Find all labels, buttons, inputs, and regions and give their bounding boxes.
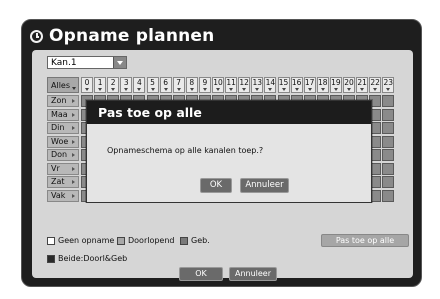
hour-select-9[interactable]: 9 bbox=[198, 77, 211, 93]
day-select-don[interactable]: Don bbox=[47, 149, 79, 161]
swatch-event bbox=[180, 236, 188, 245]
apply-to-all-button[interactable]: Pas toe op alle bbox=[321, 234, 409, 247]
dialog-title: Pas toe op alle bbox=[87, 101, 371, 124]
legend-label: Beide:Doorl&Geb bbox=[58, 254, 128, 263]
hour-select-19[interactable]: 19 bbox=[329, 77, 342, 93]
hour-select-11[interactable]: 11 bbox=[225, 77, 238, 93]
dialog-ok-button[interactable]: OK bbox=[200, 178, 232, 193]
schedule-cell[interactable] bbox=[382, 108, 395, 121]
legend-label: Geb. bbox=[191, 236, 210, 245]
apply-all-dialog: Pas toe op alle Opnameschema op alle kan… bbox=[86, 100, 372, 203]
hour-select-12[interactable]: 12 bbox=[238, 77, 251, 93]
clock-icon bbox=[30, 29, 43, 43]
day-select-zon[interactable]: Zon bbox=[47, 95, 79, 107]
cancel-button[interactable]: Annuleer bbox=[229, 267, 277, 281]
day-select-vak[interactable]: Vak bbox=[47, 189, 79, 202]
legend-label: Doorlopend bbox=[128, 236, 175, 245]
hour-select-4[interactable]: 4 bbox=[133, 77, 146, 93]
hour-select-10[interactable]: 10 bbox=[212, 77, 224, 93]
hour-select-2[interactable]: 2 bbox=[107, 77, 120, 93]
hour-select-21[interactable]: 21 bbox=[356, 77, 369, 93]
hour-select-17[interactable]: 17 bbox=[303, 77, 316, 93]
hour-select-20[interactable]: 20 bbox=[343, 77, 355, 93]
day-select-woe[interactable]: Woe bbox=[47, 135, 79, 148]
schedule-cell[interactable] bbox=[382, 135, 395, 148]
swatch-both bbox=[47, 254, 55, 263]
legend-item-both: Beide:Doorl&Geb bbox=[47, 254, 127, 263]
schedule-cell[interactable] bbox=[382, 122, 395, 134]
ok-button[interactable]: OK bbox=[179, 267, 223, 281]
schedule-cell[interactable] bbox=[382, 95, 395, 107]
hour-select-8[interactable]: 8 bbox=[185, 77, 198, 93]
schedule-cell[interactable] bbox=[382, 149, 395, 161]
hour-select-23[interactable]: 23 bbox=[382, 77, 395, 93]
hour-select-1[interactable]: 1 bbox=[94, 77, 107, 93]
swatch-continuous bbox=[117, 236, 125, 245]
dialog-cancel-button[interactable]: Annuleer bbox=[240, 178, 289, 193]
select-all-button[interactable]: Alles bbox=[47, 77, 79, 93]
legend-item-none: Geen opname bbox=[47, 236, 114, 245]
schedule-cell[interactable] bbox=[382, 162, 395, 175]
hour-select-22[interactable]: 22 bbox=[369, 77, 382, 93]
window-title: Opname plannen bbox=[49, 26, 215, 46]
schedule-cell[interactable] bbox=[382, 176, 395, 188]
hour-select-13[interactable]: 13 bbox=[251, 77, 264, 93]
channel-select-value: Kan.1 bbox=[51, 57, 77, 68]
day-select-vr[interactable]: Vr bbox=[47, 162, 79, 175]
swatch-none bbox=[47, 236, 55, 245]
hour-select-16[interactable]: 16 bbox=[290, 77, 303, 93]
schedule-cell[interactable] bbox=[382, 189, 395, 202]
hour-select-15[interactable]: 15 bbox=[277, 77, 290, 93]
hour-select-5[interactable]: 5 bbox=[146, 77, 159, 93]
day-select-maa[interactable]: Maa bbox=[47, 108, 79, 121]
hour-select-14[interactable]: 14 bbox=[264, 77, 277, 93]
hour-select-3[interactable]: 3 bbox=[120, 77, 133, 93]
day-select-din[interactable]: Din bbox=[47, 122, 79, 134]
hour-select-0[interactable]: 0 bbox=[81, 77, 93, 93]
channel-select[interactable]: Kan.1 bbox=[47, 56, 127, 69]
title-bar: Opname plannen bbox=[30, 24, 214, 48]
hour-select-7[interactable]: 7 bbox=[172, 77, 185, 93]
legend-label: Geen opname bbox=[58, 236, 115, 245]
legend-item-continuous: Doorlopend bbox=[117, 236, 175, 245]
hour-select-18[interactable]: 18 bbox=[316, 77, 329, 93]
dialog-message: Opnameschema op alle kanalen toep.? bbox=[107, 146, 264, 155]
day-select-zat[interactable]: Zat bbox=[47, 176, 79, 188]
legend-item-event: Geb. bbox=[180, 236, 210, 245]
chevron-down-icon[interactable] bbox=[113, 57, 126, 68]
hour-select-6[interactable]: 6 bbox=[159, 77, 172, 93]
